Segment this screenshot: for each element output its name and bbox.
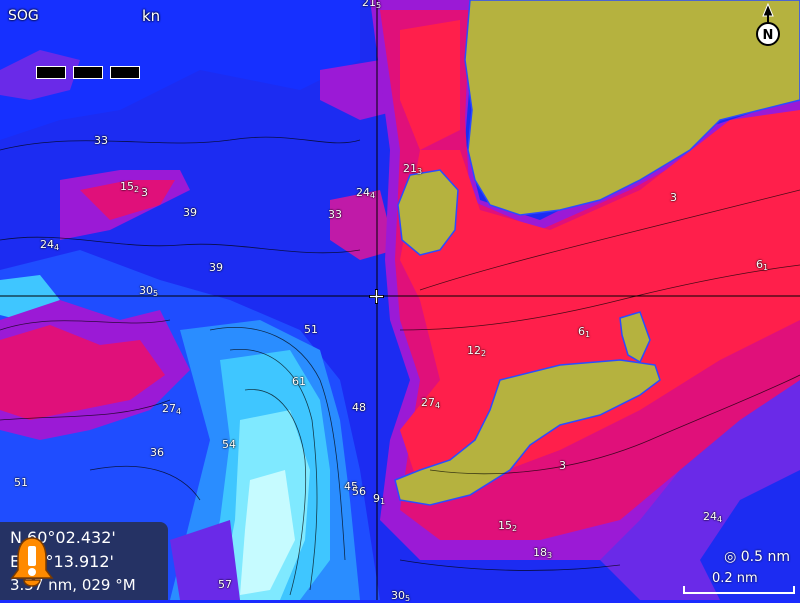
depth-sounding: 61 [756,258,768,272]
depth-value: 27 [162,402,176,415]
depth-value: 18 [533,546,547,559]
alarm-warning-icon[interactable] [10,534,54,588]
depth-sounding: 274 [421,396,440,410]
depth-sounding: 54 [222,438,236,451]
depth-sounding: 244 [703,510,722,524]
depth-value: 3 [141,186,148,199]
depth-value: 54 [222,438,236,451]
scale-bar [683,586,795,594]
depth-value: 33 [328,208,342,221]
depth-value: 21 [403,162,417,175]
depth-sounding: 61 [578,325,590,339]
depth-decimal: 5 [376,1,382,10]
depth-value: 21 [362,0,376,9]
depth-sounding: 61 [292,375,306,388]
compass-letter: N [763,28,774,43]
north-up-compass-icon[interactable]: N [752,2,784,48]
depth-sounding: 305 [391,589,410,603]
sog-label: SOG [8,8,39,24]
depth-value: 61 [292,375,306,388]
depth-decimal: 3 [547,551,553,560]
depth-value: 27 [421,396,435,409]
depth-sounding: 244 [356,186,375,200]
depth-sounding: 3 [670,191,677,204]
depth-value: 9 [373,492,380,505]
depth-value: 30 [391,589,405,602]
depth-decimal: 1 [585,330,591,339]
depth-decimal: 2 [481,349,487,358]
depth-value: 51 [14,476,28,489]
sog-dash [110,66,140,79]
depth-sounding: 39 [209,261,223,274]
depth-value: 39 [209,261,223,274]
depth-decimal: 1 [763,263,769,272]
depth-decimal: 4 [370,191,376,200]
depth-sounding: 39 [183,206,197,219]
depth-decimal: 2 [134,185,140,194]
depth-value: 12 [467,344,481,357]
depth-sounding: 183 [533,546,552,560]
depth-value: 36 [150,446,164,459]
depth-sounding: 274 [162,402,181,416]
sog-value-placeholder [36,66,140,79]
range-ring-label: 0.5 nm [740,549,790,565]
depth-value: 56 [352,485,366,498]
depth-sounding: 213 [403,162,422,176]
depth-sounding: 152 [498,519,517,533]
sog-dash [73,66,103,79]
cursor-crosshair-icon [369,289,384,304]
depth-sounding: 122 [467,344,486,358]
depth-sounding: 244 [40,238,59,252]
scale-label: 0.2 nm [712,571,758,586]
depth-value: 15 [120,180,134,193]
depth-sounding: 152 [120,180,139,194]
depth-sounding: 305 [139,284,158,298]
range-ring-readout: ◎ 0.5 nm [724,549,790,565]
depth-value: 6 [578,325,585,338]
depth-decimal: 2 [512,524,518,533]
depth-decimal: 4 [717,515,723,524]
depth-value: 24 [40,238,54,251]
depth-value: 15 [498,519,512,532]
depth-value: 57 [218,578,232,591]
depth-value: 30 [139,284,153,297]
sog-dash [36,66,66,79]
depth-decimal: 4 [435,401,441,410]
depth-decimal: 1 [380,497,386,506]
depth-value: 51 [304,323,318,336]
depth-sounding: 215 [362,0,381,10]
depth-decimal: 3 [417,167,423,176]
range-ring-icon: ◎ [724,549,737,565]
depth-value: 6 [756,258,763,271]
depth-sounding: 33 [328,208,342,221]
chart-map[interactable] [0,0,800,600]
depth-decimal: 4 [176,407,182,416]
depth-sounding: 33 [94,134,108,147]
depth-sounding: 57 [218,578,232,591]
sog-unit: kn [142,7,161,25]
depth-value: 39 [183,206,197,219]
depth-value: 48 [352,401,366,414]
depth-sounding: 51 [14,476,28,489]
depth-decimal: 5 [405,594,411,603]
depth-sounding: 56 [352,485,366,498]
depth-sounding: 51 [304,323,318,336]
depth-value: 33 [94,134,108,147]
depth-value: 24 [703,510,717,523]
depth-decimal: 4 [54,243,60,252]
depth-sounding: 3 [141,186,148,199]
depth-sounding: 91 [373,492,385,506]
depth-value: 3 [559,459,566,472]
depth-decimal: 5 [153,289,159,298]
depth-sounding: 3 [559,459,566,472]
depth-value: 3 [670,191,677,204]
depth-sounding: 48 [352,401,366,414]
depth-sounding: 36 [150,446,164,459]
depth-value: 24 [356,186,370,199]
